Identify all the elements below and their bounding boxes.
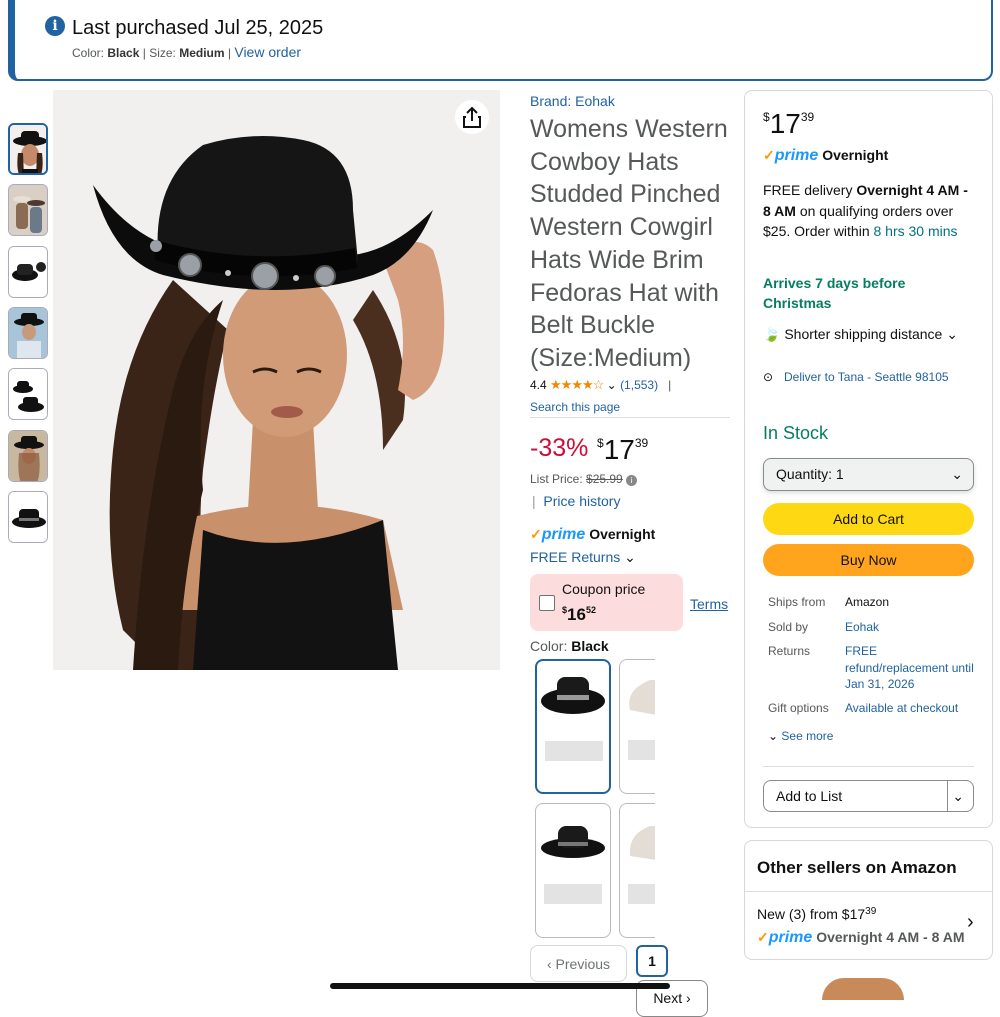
coupon-terms-link[interactable]: Terms <box>690 596 728 612</box>
ships-from-label: Ships from <box>768 595 826 609</box>
share-icon <box>463 106 481 128</box>
seller-link[interactable]: Eohak <box>845 619 975 636</box>
quantity-select[interactable]: Quantity: 1 ⌄ <box>763 458 974 491</box>
share-button[interactable] <box>455 100 489 134</box>
prime-badge: ✓prime Overnight <box>530 526 656 543</box>
coupon-checkbox[interactable] <box>539 595 555 611</box>
other-sellers-offer: New (3) from $1739 <box>757 906 877 922</box>
swatch-label-placeholder <box>544 884 602 904</box>
thumbnail-1[interactable] <box>8 123 48 175</box>
prime-badge: ✓prime Overnight 4 AM - 8 AM <box>757 929 965 946</box>
chevron-down-icon: ⌄ <box>951 466 963 482</box>
ships-from-value: Amazon <box>845 595 890 609</box>
thumbnail-6[interactable] <box>8 430 48 482</box>
shorter-shipping-toggle[interactable]: 🍃 Shorter shipping distance ⌄ <box>763 326 958 343</box>
swatch-label-placeholder <box>628 740 655 760</box>
product-title: Womens Western Cowboy Hats Studded Pinch… <box>530 115 728 372</box>
see-more-link[interactable]: ⌄ See more <box>768 729 833 743</box>
coupon-box[interactable]: Coupon price $1652 <box>530 574 683 631</box>
free-returns-link[interactable]: FREE Returns ⌄ <box>530 549 636 566</box>
last-purchased-details: Color: Black | Size: Medium | View order <box>72 44 302 60</box>
gift-options-link[interactable]: Available at checkout <box>845 700 975 717</box>
deliver-to-link[interactable]: ⊙ Deliver to Tana - Seattle 98105 <box>763 368 963 386</box>
chevron-down-icon: ⌄ <box>768 729 779 743</box>
swatch-label-placeholder <box>628 884 655 904</box>
product-card-peek <box>822 978 904 1000</box>
previous-page-button[interactable]: ‹ Previous <box>530 945 627 982</box>
info-icon[interactable]: i <box>626 475 638 486</box>
order-countdown: 8 hrs 30 mins <box>873 223 958 239</box>
rating-value: 4.4 <box>530 378 547 392</box>
search-this-page-link[interactable]: Search this page <box>530 400 620 414</box>
other-sellers-box[interactable]: Other sellers on Amazon New (3) from $17… <box>744 840 993 960</box>
last-purchased-title: Last purchased Jul 25, 2025 <box>72 17 324 39</box>
selected-color: Black <box>571 638 609 654</box>
product-main-image[interactable] <box>53 90 500 670</box>
leaf-icon: 🍃 <box>763 326 781 342</box>
purchased-color: Black <box>107 46 140 60</box>
returns-policy-link[interactable]: FREE refund/replacement until Jan 31, 20… <box>845 643 975 693</box>
gift-options-label: Gift options <box>768 701 829 715</box>
color-swatch-white-2[interactable] <box>619 803 655 938</box>
prime-check-icon: ✓ <box>530 526 542 542</box>
arrives-before-christmas: Arrives 7 days before Christmas <box>763 275 906 311</box>
view-order-link[interactable]: View order <box>234 44 301 60</box>
stock-status: In Stock <box>763 423 829 443</box>
divider <box>530 417 730 418</box>
price-history-link[interactable]: | Price history <box>532 493 620 509</box>
chevron-right-icon: › <box>686 990 691 1006</box>
coupon-label: Coupon price <box>562 581 646 597</box>
add-to-cart-button[interactable]: Add to Cart <box>763 503 974 535</box>
color-swatch-black[interactable] <box>535 659 611 794</box>
divider <box>763 766 974 767</box>
chevron-down-icon[interactable]: ⌄ <box>952 781 964 811</box>
review-count-link[interactable]: (1,553) <box>620 378 658 392</box>
page-1-button[interactable]: 1 <box>636 945 668 977</box>
thumbnail-3[interactable] <box>8 246 48 298</box>
color-label: Color: Black <box>530 638 609 654</box>
chevron-right-icon[interactable]: › <box>967 911 974 934</box>
thumbnail-5[interactable] <box>8 368 48 420</box>
thumbnail-4[interactable] <box>8 307 48 359</box>
brand-link[interactable]: Brand: Eohak <box>530 93 615 109</box>
list-price-value: $25.99 <box>586 472 623 486</box>
prime-check-icon: ✓ <box>757 929 769 945</box>
location-pin-icon: ⊙ <box>763 370 774 384</box>
last-purchased-banner: i Last purchased Jul 25, 2025 Color: Bla… <box>8 0 993 81</box>
home-indicator[interactable] <box>330 983 670 989</box>
purchased-size: Medium <box>179 46 225 60</box>
discount-percent: -33% <box>530 434 589 462</box>
star-rating-icon[interactable]: ★★★★☆ <box>550 377 604 392</box>
buy-now-button[interactable]: Buy Now <box>763 544 974 576</box>
add-to-list-button[interactable]: Add to List ⌄ <box>763 780 974 812</box>
rating-row: 4.4 ★★★★☆ ⌄ (1,553) | <box>530 377 672 392</box>
chevron-down-icon[interactable]: ⌄ <box>607 378 617 392</box>
sold-by-label: Sold by <box>768 620 809 634</box>
list-price: List Price: $25.99 i <box>530 472 638 486</box>
buybox-price: $1739 <box>763 108 815 139</box>
info-icon: i <box>45 16 65 36</box>
other-sellers-heading: Other sellers on Amazon <box>757 858 957 877</box>
chevron-left-icon: ‹ <box>546 956 552 972</box>
prime-check-icon: ✓ <box>763 147 775 163</box>
coupon-price: $1652 <box>562 605 596 624</box>
returns-label: Returns <box>768 644 811 658</box>
delivery-message: FREE delivery Overnight 4 AM - 8 AM on q… <box>763 182 968 239</box>
chevron-down-icon: ⌄ <box>946 326 958 342</box>
color-swatch-white[interactable] <box>619 659 655 794</box>
prime-badge: ✓prime Overnight <box>763 147 889 164</box>
thumbnail-2[interactable] <box>8 184 48 236</box>
color-swatch-black-2[interactable] <box>535 803 611 938</box>
swatch-label-placeholder <box>545 741 603 761</box>
thumbnail-7[interactable] <box>8 491 48 543</box>
chevron-down-icon: ⌄ <box>624 549 636 565</box>
product-price: $1739 <box>597 434 649 465</box>
